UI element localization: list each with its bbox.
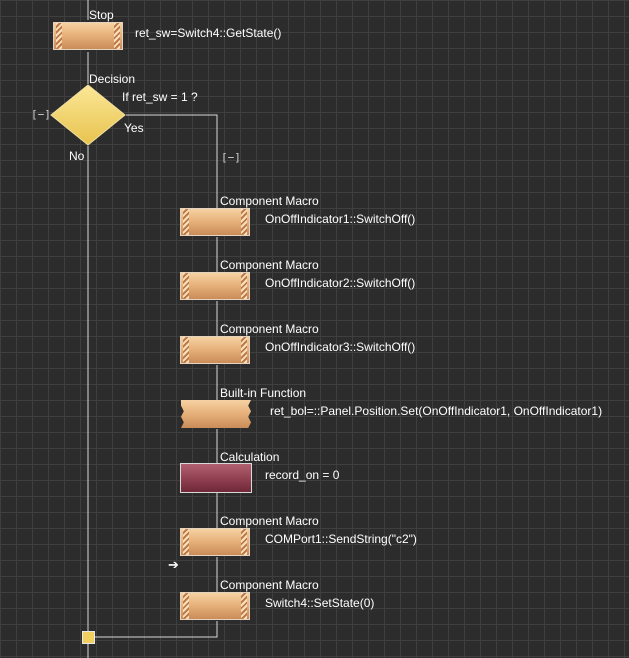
component-macro-block[interactable] [180, 272, 250, 300]
block-type-label: Component Macro [220, 322, 319, 336]
decision-condition: If ret_sw = 1 ? [122, 90, 198, 104]
component-macro-block[interactable] [180, 336, 250, 364]
decision-diamond-icon[interactable] [50, 84, 126, 146]
block-type-label: Built-in Function [220, 386, 307, 400]
block-type-label: Calculation [220, 450, 280, 464]
end-node-icon[interactable] [82, 631, 95, 644]
block-text: record_on = 0 [265, 468, 340, 482]
block-type-label: Component Macro [220, 194, 319, 208]
stop-text: ret_sw=Switch4::GetState() [135, 26, 282, 40]
collapse-yes-branch-toggle[interactable]: [−] [221, 151, 241, 164]
decision-yes-label: Yes [124, 121, 144, 135]
builtin-function-block[interactable] [181, 400, 251, 428]
block-text: ret_bol=::Panel.Position.Set(OnOffIndica… [270, 404, 603, 418]
decision-no-label: No [69, 149, 85, 163]
component-macro-block[interactable] [180, 592, 250, 620]
block-type-label: Component Macro [220, 578, 319, 592]
component-macro-block[interactable] [180, 208, 250, 236]
block-text: COMPort1::SendString("c2") [265, 532, 417, 546]
block-text: OnOffIndicator3::SwitchOff() [265, 340, 416, 354]
stop-title: Stop [89, 8, 114, 22]
block-text: Switch4::SetState(0) [265, 596, 375, 610]
block-type-label: Component Macro [220, 514, 319, 528]
arrow-right-icon: ➔ [168, 557, 179, 572]
block-text: OnOffIndicator2::SwitchOff() [265, 276, 416, 290]
component-macro-block[interactable] [180, 528, 250, 556]
stop-block[interactable] [53, 22, 123, 50]
calculation-block[interactable] [180, 463, 252, 493]
block-text: OnOffIndicator1::SwitchOff() [265, 212, 416, 226]
collapse-no-branch-toggle[interactable]: [−] [31, 108, 51, 121]
block-type-label: Component Macro [220, 258, 319, 272]
